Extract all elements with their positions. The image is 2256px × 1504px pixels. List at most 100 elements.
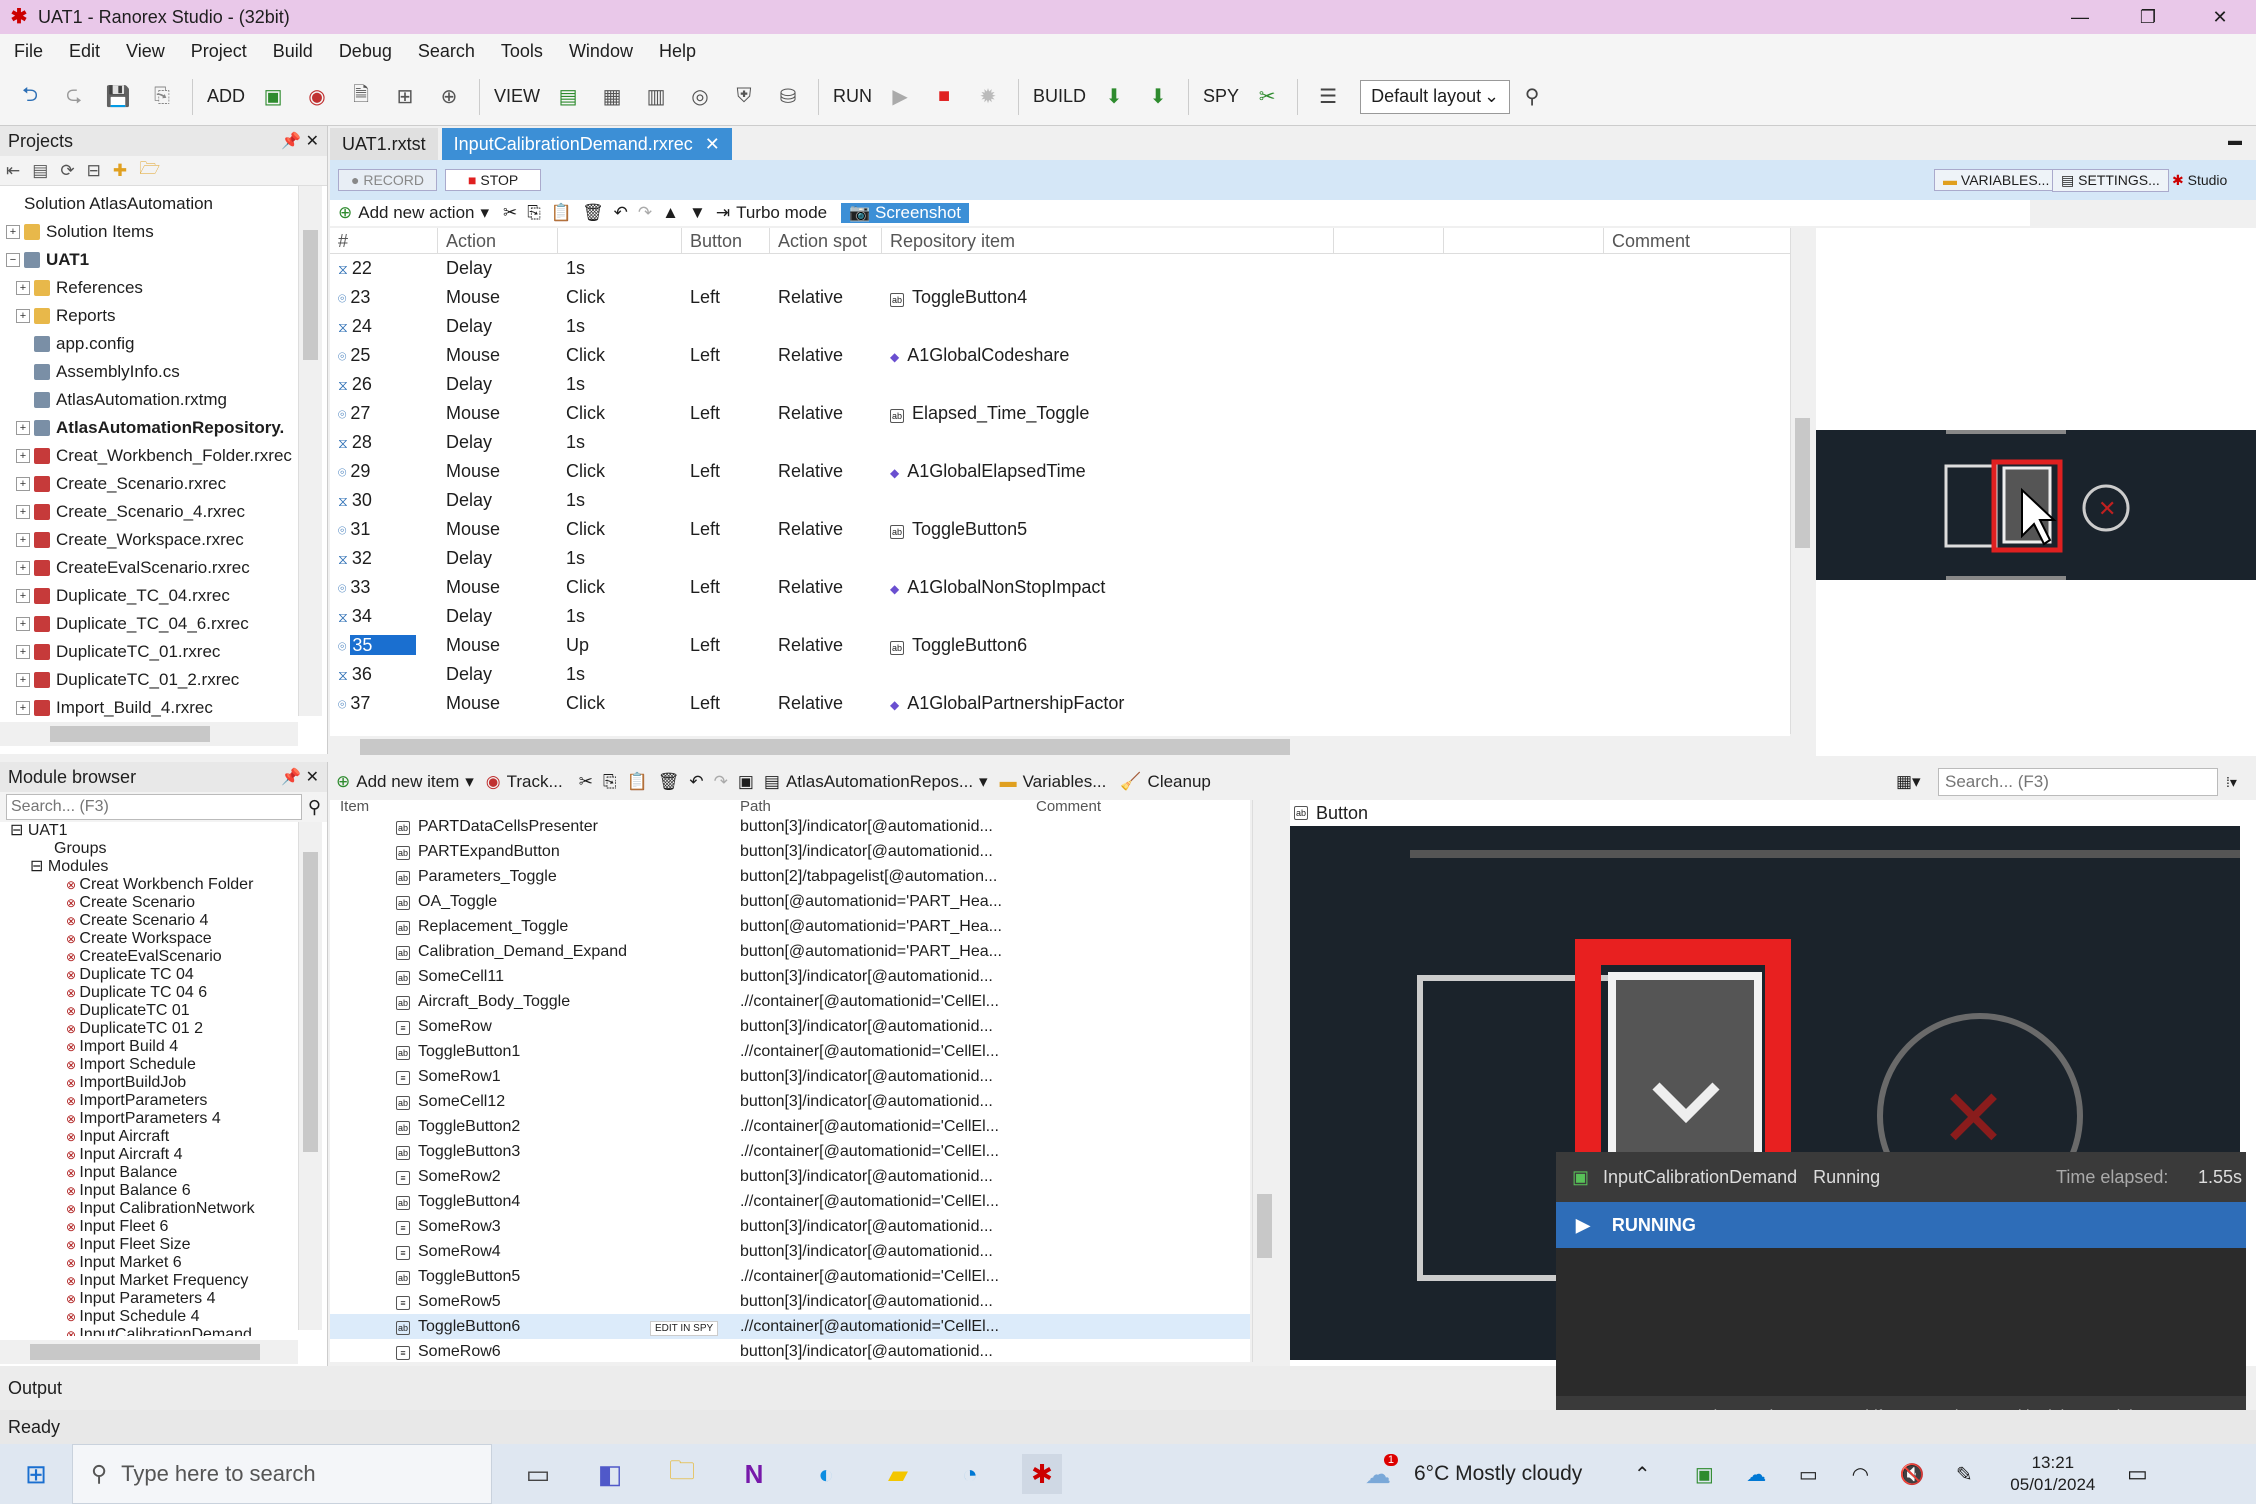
action-row[interactable]: ⌾ 25 Mouse Click Left Relative ◆ A1GlobalCodesh…: [330, 341, 1790, 370]
menu-edit[interactable]: Edit: [69, 41, 100, 62]
expand-icon[interactable]: +: [16, 645, 30, 659]
repo-item-text[interactable]: ToggleButton4: [912, 287, 1027, 307]
new-item-icon[interactable]: ✚: [113, 161, 127, 181]
play-icon[interactable]: ▶: [886, 83, 914, 111]
action-row[interactable]: ⌾ 29 Mouse Click Left Relative ◆ A1GlobalElapse…: [330, 457, 1790, 486]
view-repo-icon[interactable]: ▥: [642, 83, 670, 111]
menu-tools[interactable]: Tools: [501, 41, 543, 62]
open-folder-icon[interactable]: 🗁: [139, 156, 160, 185]
repo-row[interactable]: ab ToggleButton6 EDIT IN SPY .//container[@…: [330, 1314, 1250, 1339]
repo-row[interactable]: ab OA_Toggle button[@automationid='PART_He…: [330, 889, 1250, 914]
expand-icon[interactable]: +: [16, 421, 30, 435]
module-item[interactable]: ⊗ Input Balance 6: [66, 1182, 327, 1200]
repo-row[interactable]: ab ToggleButton2 .//container[@automationi…: [330, 1114, 1250, 1139]
cleanup-button[interactable]: Cleanup: [1148, 772, 1211, 792]
repo-row[interactable]: ab Calibration_Demand_Expand button[@autom…: [330, 939, 1250, 964]
add-file-icon[interactable]: 🗎: [347, 83, 375, 111]
expand-icon[interactable]: −: [6, 253, 20, 267]
project-tree-item[interactable]: −Solution AtlasAutomation: [6, 190, 327, 218]
undo-icon[interactable]: ↶: [689, 772, 703, 792]
repo-row[interactable]: ab ToggleButton4 .//container[@automationi…: [330, 1189, 1250, 1214]
repo-row[interactable]: ab SomeCell12 button[3]/indicator[@automat…: [330, 1089, 1250, 1114]
col-comment[interactable]: Comment: [1036, 800, 1236, 814]
repo-row[interactable]: ab ToggleButton5 .//container[@automationi…: [330, 1264, 1250, 1289]
expand-icon[interactable]: +: [16, 449, 30, 463]
tab-inputcalibrationdemand[interactable]: InputCalibrationDemand.rxrec ✕: [441, 128, 732, 160]
repo-row[interactable]: ab PARTDataCellsPresenter button[3]/indica…: [330, 814, 1250, 839]
copy-icon[interactable]: ⎘: [603, 772, 617, 792]
repo-variables-button[interactable]: Variables...: [1023, 772, 1107, 792]
debug-bug-icon[interactable]: ✹: [974, 83, 1002, 111]
project-tree-item[interactable]: + AtlasAutomationRepository.: [6, 414, 327, 442]
modules-vscroll[interactable]: [298, 822, 322, 1330]
col-action[interactable]: Action: [438, 228, 558, 254]
project-tree-item[interactable]: + Reports: [6, 302, 327, 330]
layout-select[interactable]: Default layout ⌄: [1360, 79, 1511, 114]
repo-row[interactable]: ab Aircraft_Body_Toggle .//container[@auto…: [330, 989, 1250, 1014]
paste-icon[interactable]: 📋: [551, 203, 572, 223]
module-item[interactable]: ⊗ Input CalibrationNetwork: [66, 1200, 327, 1218]
move-up-icon[interactable]: ▲: [662, 203, 679, 223]
layout-settings-icon[interactable]: ☰: [1314, 83, 1342, 111]
view-folder-icon[interactable]: ▤: [554, 83, 582, 111]
close-panel-icon[interactable]: ✕: [306, 133, 319, 150]
module-item[interactable]: ⊗ Input Parameters 4: [66, 1290, 327, 1308]
module-search-input[interactable]: [6, 794, 302, 820]
tray-app-icon[interactable]: ▣: [1684, 1454, 1724, 1494]
module-groups[interactable]: Groups: [10, 840, 327, 858]
ranorex-taskbar-icon[interactable]: ✱: [1022, 1454, 1062, 1494]
weather-text[interactable]: 6°C Mostly cloudy: [1414, 1462, 1582, 1486]
cut-icon[interactable]: ✂: [579, 772, 593, 792]
pin-icon[interactable]: 📌: [281, 133, 301, 150]
variables-button[interactable]: ▬ VARIABLES...: [1934, 169, 2059, 191]
add-folder-icon[interactable]: ▣: [259, 83, 287, 111]
module-item[interactable]: ⊗ ImportBuildJob: [66, 1074, 327, 1092]
col-repo-item[interactable]: Repository item: [882, 228, 1334, 254]
edit-in-spy-button[interactable]: EDIT IN SPY: [650, 1320, 719, 1336]
repo-item-text[interactable]: ToggleButton6: [912, 635, 1027, 655]
screenshot-icon[interactable]: ▣: [738, 772, 754, 792]
repo-row[interactable]: ≡ SomeRow6 button[3]/indicator[@automation…: [330, 1339, 1250, 1362]
module-item[interactable]: ⊗ Create Workspace: [66, 930, 327, 948]
weather-icon[interactable]: ☁ 1: [1358, 1454, 1398, 1494]
repo-row[interactable]: ≡ SomeRow4 button[3]/indicator[@automation…: [330, 1239, 1250, 1264]
pin-icon[interactable]: 📌: [281, 769, 301, 786]
add-new-item-button[interactable]: Add new item: [356, 772, 459, 792]
repo-item-text[interactable]: A1GlobalNonStopImpact: [907, 577, 1105, 597]
stop-record-button[interactable]: ■ STOP: [445, 169, 542, 191]
redo-icon[interactable]: ↷: [714, 772, 728, 792]
save-all-icon[interactable]: ⎘: [148, 83, 176, 111]
repo-search-input[interactable]: [1938, 768, 2218, 796]
module-item[interactable]: ⊗ Import Schedule: [66, 1056, 327, 1074]
module-item[interactable]: ⊗ Input Fleet Size: [66, 1236, 327, 1254]
task-view-icon[interactable]: ▭: [518, 1454, 558, 1494]
edge-icon[interactable]: ◐: [806, 1454, 846, 1494]
redo-icon[interactable]: ↷: [638, 203, 652, 223]
expand-icon[interactable]: +: [16, 505, 30, 519]
module-item[interactable]: ⊗ DuplicateTC 01 2: [66, 1020, 327, 1038]
build-icon[interactable]: ⬇: [1100, 83, 1128, 111]
add-testcase-icon[interactable]: ⊕: [435, 83, 463, 111]
module-item[interactable]: ⊗ ImportParameters 4: [66, 1110, 327, 1128]
actions-vscroll[interactable]: [1790, 228, 1814, 734]
project-tree-item[interactable]: + DuplicateTC_01.rxrec: [6, 638, 327, 666]
expand-icon[interactable]: +: [6, 225, 20, 239]
search-options-icon[interactable]: ⁞▾: [2226, 774, 2237, 791]
delete-icon[interactable]: 🗑: [658, 772, 680, 792]
module-item[interactable]: ⊗ Creat Workbench Folder: [66, 876, 327, 894]
collapse-icon[interactable]: ⇤: [6, 161, 20, 181]
module-item[interactable]: ⊗ Input Market Frequency: [66, 1272, 327, 1290]
view-db-icon[interactable]: ⛁: [774, 83, 802, 111]
col-path[interactable]: Path: [740, 800, 1036, 814]
col-detail[interactable]: [558, 228, 682, 254]
repo-row[interactable]: ab PARTExpandButton button[3]/indicator[@a…: [330, 839, 1250, 864]
screenshot-button[interactable]: 📷 Screenshot: [841, 203, 969, 223]
menu-project[interactable]: Project: [191, 41, 247, 62]
settings-button[interactable]: ▤ SETTINGS...: [2052, 168, 2169, 192]
repo-vscroll[interactable]: [1252, 800, 1276, 1362]
module-item[interactable]: ⊗ DuplicateTC 01: [66, 1002, 327, 1020]
col-item[interactable]: Item: [330, 800, 740, 814]
module-item[interactable]: ⊗ InputCalibrationDemand: [66, 1326, 327, 1336]
col-number[interactable]: #: [330, 228, 438, 254]
module-item[interactable]: ⊗ Input Balance: [66, 1164, 327, 1182]
